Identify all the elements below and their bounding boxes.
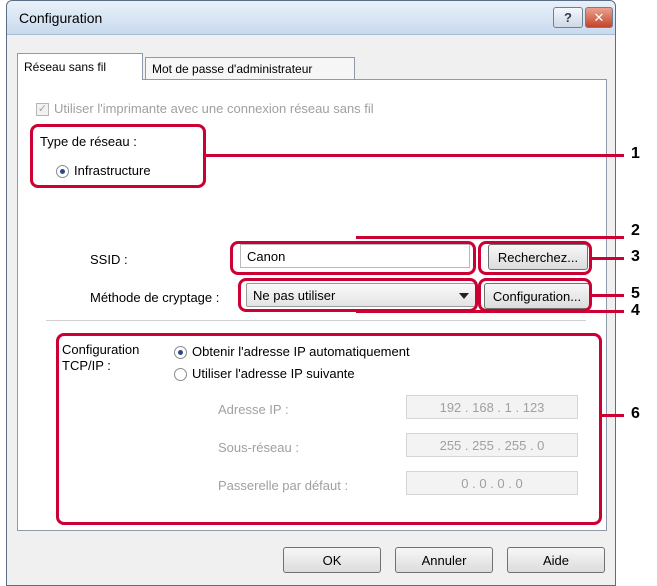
callout-box-config	[478, 278, 592, 312]
callout-leader-3	[592, 257, 624, 260]
tab-admin-password[interactable]: Mot de passe d'administrateur	[145, 57, 355, 79]
close-icon[interactable]: ✕	[585, 7, 613, 28]
window-title: Configuration	[19, 10, 103, 26]
callout-1: 1	[631, 145, 640, 162]
use-printer-checkbox[interactable]: ✓	[36, 103, 49, 116]
callout-leader-2	[356, 236, 624, 239]
callout-box-search	[478, 241, 592, 275]
encryption-label: Méthode de cryptage :	[90, 290, 220, 305]
cancel-button[interactable]: Annuler	[395, 547, 493, 573]
help-icon[interactable]: ?	[553, 7, 583, 28]
callout-5: 5	[631, 285, 640, 302]
ssid-label: SSID :	[90, 252, 128, 267]
callout-2: 2	[631, 222, 640, 239]
callout-leader-1	[206, 154, 624, 157]
ok-button[interactable]: OK	[283, 547, 381, 573]
callout-box-network-type	[30, 124, 206, 188]
tab-wireless[interactable]: Réseau sans fil	[17, 53, 143, 80]
title-bar: Configuration ? ✕	[7, 1, 615, 35]
callout-3: 3	[631, 248, 640, 265]
divider	[46, 320, 586, 321]
callout-leader-6	[602, 414, 624, 417]
callout-6: 6	[631, 405, 640, 422]
callout-4: 4	[631, 302, 640, 319]
help-button[interactable]: Aide	[507, 547, 605, 573]
callout-box-ssid	[230, 241, 476, 275]
callout-box-encryption	[238, 278, 478, 312]
callout-box-tcpip	[56, 333, 602, 525]
use-printer-label: Utiliser l'imprimante avec une connexion…	[54, 101, 374, 116]
callout-leader-5	[592, 294, 624, 297]
